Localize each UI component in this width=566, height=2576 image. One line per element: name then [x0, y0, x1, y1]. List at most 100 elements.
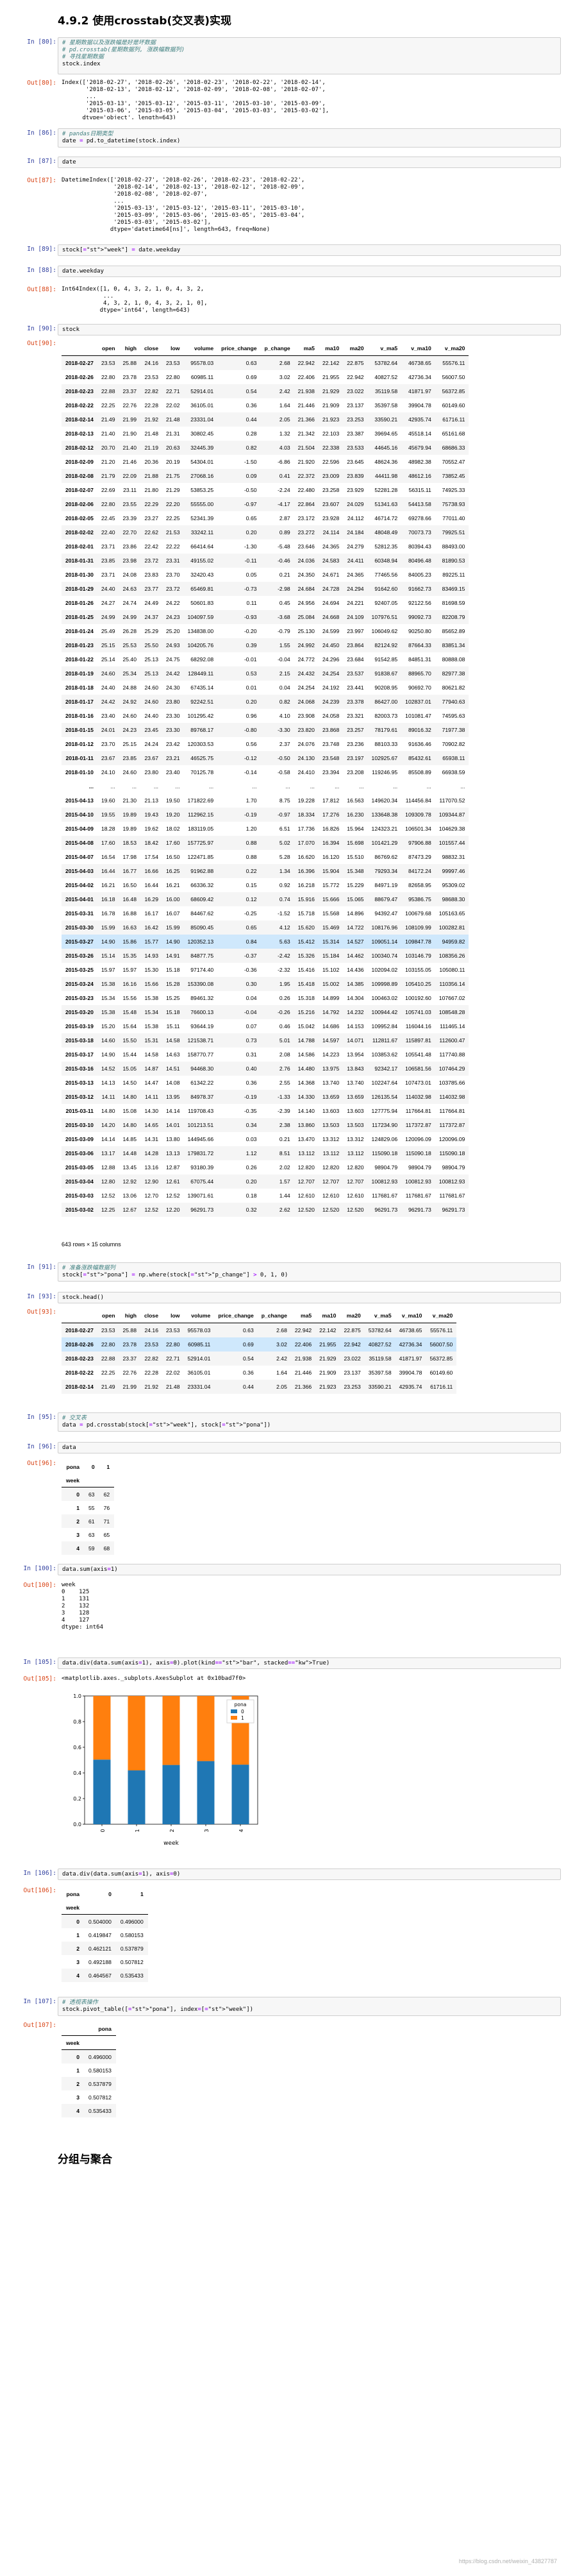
table-cell: 22.25: [165, 515, 180, 521]
table-cell: 15.38: [101, 981, 115, 987]
table-cell: 14.60: [101, 1037, 115, 1044]
table-cell: 22.42: [144, 543, 158, 550]
table-cell: 24.49: [144, 600, 158, 606]
table-cell: 120096.09: [438, 1136, 465, 1142]
table-cell: 27068.16: [190, 473, 214, 479]
table-cell: 23.646: [297, 543, 315, 550]
head-dataframe-viewport[interactable]: open high close low volume price_change p_chan…: [62, 1309, 562, 1398]
table-cell: 15.326: [297, 953, 315, 959]
stock-dataframe-viewport[interactable]: open high close low volume price_change p_chan…: [62, 341, 562, 1234]
table-cell: 95578.03: [190, 360, 214, 366]
row-index: 2018-01-26: [65, 600, 94, 606]
table-cell: 78179.61: [374, 727, 398, 733]
table-row: 2015-03-31 16.78 16.88 16.17 16.07 84467.62 -0…: [62, 906, 469, 920]
code-cell-93[interactable]: stock.head(): [58, 1292, 561, 1303]
table-cell: 14.28: [144, 1150, 158, 1157]
code-cell-95[interactable]: # 交叉表 data = pd.crosstab(stock[="st">"we…: [58, 1412, 561, 1432]
table-cell: 23.67: [101, 755, 115, 761]
table-cell: 24.40: [101, 684, 115, 691]
table-cell: 24.956: [297, 600, 315, 606]
row-index: 2018-02-26: [65, 1341, 94, 1348]
table-cell: 23.137: [344, 1369, 361, 1376]
table-cell: 0.69: [243, 1341, 254, 1348]
table-cell: 13.659: [322, 1094, 340, 1100]
table-cell: 14.85: [122, 1136, 137, 1142]
table-cell: 26.28: [122, 628, 137, 634]
column-header: volume: [183, 341, 218, 356]
table-cell: 95386.75: [408, 896, 431, 902]
table-cell: 22.480: [297, 487, 315, 493]
code-cell-105[interactable]: data.div(data.sum(axis=1), axis=0).plot(…: [58, 1657, 561, 1669]
table-cell: 24.239: [322, 699, 340, 705]
table-cell: 2.37: [279, 741, 290, 747]
table-cell: 93644.19: [190, 1023, 214, 1030]
input-prompt: In [96]:: [27, 1443, 56, 1450]
code-cell-96[interactable]: data: [58, 1442, 561, 1453]
row-index: 2018-02-12: [65, 445, 94, 451]
legend-entry: 1: [241, 1715, 244, 1721]
table-cell: 89016.32: [408, 727, 431, 733]
table-cell: 96291.73: [408, 1207, 431, 1213]
table-cell: 14.14: [165, 1108, 180, 1114]
table-cell: 68686.33: [442, 445, 465, 451]
code-cell-87[interactable]: date: [58, 157, 561, 168]
table-cell: 21.342: [297, 430, 315, 437]
table-cell: 23.839: [347, 473, 364, 479]
table-cell: 124829.06: [371, 1136, 398, 1142]
table-cell: 21.366: [294, 1384, 312, 1390]
code-comment: # 星期数据以及涨跌幅是好是坏数据: [62, 40, 156, 46]
code-cell-106[interactable]: data.div(data.sum(axis=1), axis=0): [58, 1868, 561, 1880]
table-cell: 33242.11: [190, 529, 214, 536]
table-row: 3 0.492188 0.507812: [62, 1955, 148, 1969]
table-cell: 84467.62: [190, 910, 214, 917]
table-cell: 134838.00: [187, 628, 214, 634]
table-cell: 15.48: [122, 1009, 137, 1015]
table-cell: 3.02: [276, 1341, 287, 1348]
table-cell: 92242.51: [190, 699, 214, 705]
table-cell: 153390.08: [187, 981, 214, 987]
table-cell: 16.63: [122, 924, 137, 931]
code-cell-100[interactable]: data.sum(axis=1): [58, 1564, 561, 1575]
code-cell-90[interactable]: stock: [58, 324, 561, 335]
column-header: high: [119, 1309, 140, 1323]
y-tick-label: 0.4: [73, 1770, 81, 1776]
table-cell: 14.65: [144, 1122, 158, 1128]
table-cell: 23.42: [165, 741, 180, 747]
table-cell: 12.520: [347, 1207, 364, 1213]
table-cell: 17.276: [322, 811, 340, 818]
table-cell: 104205.76: [187, 642, 214, 648]
table-cell: 115090.18: [439, 1150, 465, 1157]
code-cell-89[interactable]: stock[="st">"week"] = date.weekday: [58, 244, 561, 256]
table-row: 2018-01-15 24.01 24.23 23.45 23.30 89768.17 -0…: [62, 723, 469, 737]
table-cell: 66336.32: [190, 882, 214, 888]
code-cell-80[interactable]: # 星期数据以及涨跌幅是好是坏数据 # pd.crosstab(星期数据列, 涨…: [58, 37, 561, 74]
code-cell-91[interactable]: # 准备涨跌幅数据列 stock[="st">"pona"] = np.wher…: [58, 1262, 561, 1282]
row-index: 2015-03-16: [65, 1065, 94, 1072]
table-cell: 0.31: [246, 1051, 257, 1058]
table-cell: 40827.52: [368, 1341, 392, 1348]
code-cell-88[interactable]: date.weekday: [58, 266, 561, 277]
table-cell: 105163.65: [438, 910, 465, 917]
table-cell: 70552.47: [442, 459, 465, 465]
row-index: 2018-02-13: [65, 430, 94, 437]
table-row: 2018-01-18 24.40 24.88 24.60 24.30 67435.14 0.…: [62, 681, 469, 695]
table-cell: ...: [318, 779, 344, 793]
code-cell-86[interactable]: # pandas日期类型 date = pd.to_datetime(stock…: [58, 128, 561, 148]
table-cell: 21.929: [319, 1355, 337, 1362]
table-row: 2015-03-10 14.20 14.80 14.65 14.01 101213.51 0…: [62, 1118, 469, 1132]
table-cell: -1.33: [278, 1094, 290, 1100]
bar-0-1: [128, 1770, 146, 1824]
row-index: 2015-04-02: [65, 882, 94, 888]
table-cell: 24.684: [297, 586, 315, 592]
table-cell: 25.084: [297, 614, 315, 620]
table-cell: 114456.84: [405, 797, 431, 804]
table-cell: 149620.34: [371, 797, 398, 804]
table-cell: 24.99: [122, 614, 137, 620]
code-cell-107[interactable]: # 透视表操作 stock.pivot_table([="st">"pona"]…: [58, 1997, 561, 2016]
table-cell: 16.620: [297, 854, 315, 860]
table-cell: 70073.73: [408, 529, 431, 536]
table-row: 2018-02-14 21.49 21.99 21.92 21.48 23331.04 0.…: [62, 412, 469, 427]
table-cell: 25.13: [144, 656, 158, 663]
table-cell: 85508.89: [408, 769, 431, 775]
table-cell: 12.820: [322, 1164, 340, 1171]
